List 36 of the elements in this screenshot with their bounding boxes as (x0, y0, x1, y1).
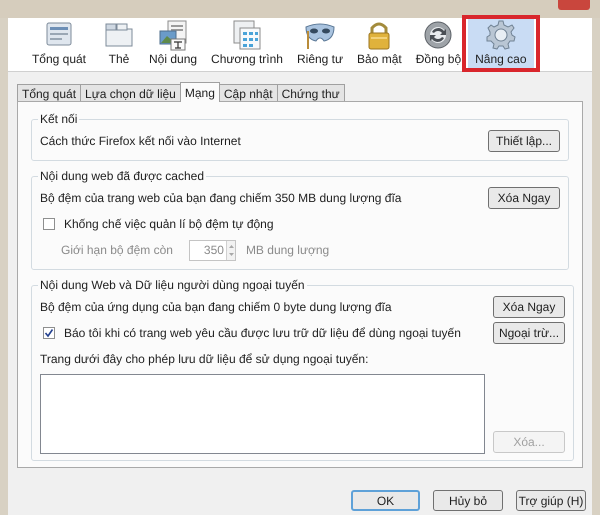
setting-text: Cách thức Firefox kết nối vào Internet (40, 133, 241, 150)
action-button[interactable]: Ngoại trừ... (493, 322, 565, 344)
setting-text: Bộ đệm của trang web của bạn đang chiếm 350 MB dung lượng đĩa (40, 190, 402, 207)
checkbox[interactable] (43, 218, 55, 230)
site-list[interactable] (40, 374, 485, 454)
tab[interactable]: Mạng (180, 82, 220, 102)
toolbar-button[interactable]: Chương trình (204, 18, 290, 71)
action-button[interactable]: Xóa Ngay (488, 187, 560, 209)
group-title: Kết nối (39, 111, 78, 128)
tab[interactable]: Tổng quát (17, 84, 82, 101)
group-title: Nội dung Web và Dữ liệu người dùng ngoại tuyến (39, 277, 306, 294)
tab[interactable]: Cập nhật (218, 84, 278, 101)
toolbar-button[interactable]: Đồng bộ (408, 18, 468, 71)
toolbar-button[interactable]: Bảo mật (350, 18, 409, 71)
spin-label: Giới hạn bộ đệm còn (61, 242, 173, 259)
list-caption: Trang dưới đây cho phép lưu dữ liệu để sử dụng ngoại tuyến: (40, 351, 368, 368)
checkbox-label: Báo tôi khi có trang web yêu cầu được lưu trữ dữ liệu để dùng ngoại tuyến (64, 325, 461, 342)
dialog-button[interactable]: Trợ giúp (H) (516, 490, 586, 511)
tab[interactable]: Lựa chọn dữ liệu (80, 84, 181, 101)
checkbox[interactable] (43, 327, 55, 339)
toolbar-button[interactable]: Tổng quát (22, 18, 96, 71)
gear-icon (484, 19, 517, 51)
tab[interactable]: Chứng thư (276, 84, 345, 101)
dialog-button[interactable]: Hủy bỏ (433, 490, 503, 511)
toolbar-button[interactable]: Nâng cao (468, 18, 534, 71)
unit-label: MB dung lượng (246, 242, 330, 259)
sync-icon (422, 19, 454, 51)
action-button[interactable]: Thiết lập... (488, 130, 560, 152)
action-button[interactable]: Xóa Ngay (493, 296, 565, 318)
toolbar-button[interactable]: Thẻ (96, 18, 142, 71)
group-title: Nội dung web đã được cached (39, 168, 206, 185)
dialog-button[interactable]: OK (351, 490, 420, 511)
toolbar-button[interactable]: Nội dung (142, 18, 204, 71)
toolbar-button[interactable]: Riêng tư (290, 18, 350, 71)
checkbox-label: Khống chế việc quản lí bộ đệm tự động (64, 216, 274, 233)
setting-text: Bộ đệm của ứng dụng của bạn đang chiếm 0 byte dung lượng đĩa (40, 299, 392, 316)
